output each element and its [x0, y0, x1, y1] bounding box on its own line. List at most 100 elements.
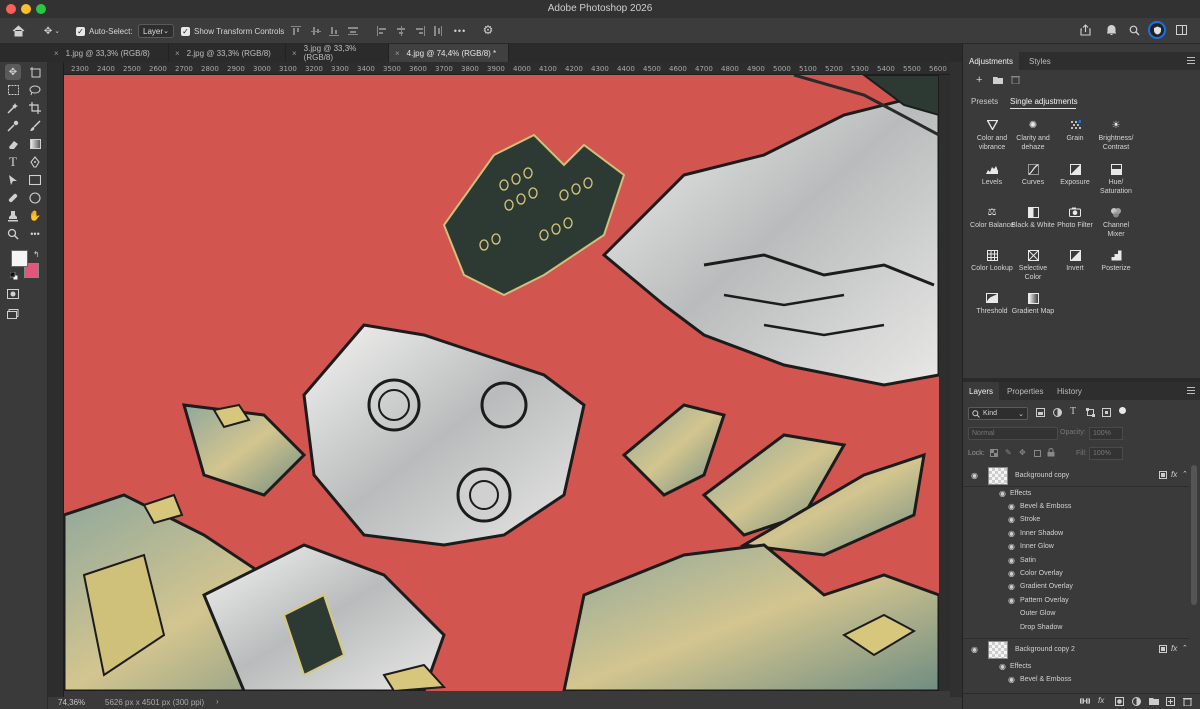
visibility-eye-icon[interactable]: ◉: [1008, 542, 1015, 551]
adjustment-black-white[interactable]: Black & White: [1011, 207, 1055, 247]
visibility-eye-icon[interactable]: ◉: [1008, 569, 1015, 578]
zoom-level[interactable]: 74,36%: [58, 698, 85, 707]
document-tab-4[interactable]: × 4.jpg @ 74,4% (RGB/8) *: [389, 44, 509, 62]
new-adjustment-layer-icon[interactable]: [1132, 697, 1141, 708]
align-vertical-center-icon[interactable]: [310, 24, 322, 38]
align-top-icon[interactable]: [290, 24, 302, 38]
auto-select-target-dropdown[interactable]: Layer ⌄: [138, 24, 174, 38]
crop-tool-icon[interactable]: [27, 100, 43, 116]
lock-pixels-icon[interactable]: ✎: [1005, 448, 1012, 457]
tab-layers[interactable]: Layers: [963, 382, 1000, 400]
effect-row[interactable]: ◉ Bevel & Emboss: [963, 500, 1189, 513]
quick-mask-icon[interactable]: [5, 286, 21, 302]
subtab-presets[interactable]: Presets: [971, 97, 998, 106]
filter-shape-icon[interactable]: [1086, 408, 1095, 419]
close-tab-icon[interactable]: ×: [292, 49, 297, 58]
adjustment-channel-mixer[interactable]: Channel Mixer: [1094, 207, 1138, 247]
add-layer-style-icon[interactable]: fx: [1098, 696, 1104, 705]
notifications-bell-icon[interactable]: [1104, 23, 1118, 37]
lock-position-icon[interactable]: ✥: [1019, 448, 1026, 457]
effect-row[interactable]: ◉ Inner Glow: [963, 540, 1189, 553]
more-options-button[interactable]: •••: [452, 24, 468, 38]
workspace-layout-icon[interactable]: [1174, 23, 1188, 37]
lock-all-icon[interactable]: [1047, 448, 1055, 459]
filter-adjustment-icon[interactable]: [1053, 408, 1062, 419]
tab-adjustments[interactable]: Adjustments: [963, 52, 1020, 70]
filter-smart-object-icon[interactable]: [1102, 408, 1111, 419]
visibility-eye-icon[interactable]: ◉: [971, 645, 978, 654]
layer-row[interactable]: ◉ Background copy fx ⌃: [963, 465, 1189, 487]
status-menu-arrow-icon[interactable]: ›: [216, 697, 219, 706]
effect-row[interactable]: ◉ Stroke: [963, 513, 1189, 526]
screen-mode-icon[interactable]: [5, 306, 21, 322]
document-tab-2[interactable]: × 2.jpg @ 33,3% (RGB/8): [169, 44, 286, 62]
eyedropper-tool-icon[interactable]: [5, 118, 21, 134]
close-tab-icon[interactable]: ×: [395, 49, 400, 58]
adjustment-color-balance[interactable]: ⚖ Color Balance: [970, 207, 1014, 247]
align-bottom-icon[interactable]: [328, 24, 340, 38]
adjustment-brightness-contrast[interactable]: ☀ Brightness/ Contrast: [1094, 120, 1138, 160]
eraser-tool-icon[interactable]: [5, 136, 21, 152]
adjustment-selective-color[interactable]: Selective Color: [1011, 250, 1055, 290]
zoom-tool-icon[interactable]: [5, 226, 21, 242]
effect-row[interactable]: ◉ Satin: [963, 554, 1189, 567]
layers-scrollbar-thumb[interactable]: [1191, 465, 1197, 605]
show-transform-controls-checkbox[interactable]: ✓ Show Transform Controls: [181, 24, 284, 38]
add-mask-icon[interactable]: [1115, 697, 1124, 708]
share-icon[interactable]: [1078, 23, 1092, 37]
effects-group-row[interactable]: ◉ Effects: [963, 487, 1189, 500]
adjustment-color-and-vibrance[interactable]: Color and vibrance: [970, 119, 1014, 160]
layer-effects-fx-icon[interactable]: fx: [1171, 644, 1177, 653]
document-tab-1[interactable]: × 1.jpg @ 33,3% (RGB/8): [48, 44, 169, 62]
tab-styles[interactable]: Styles: [1023, 52, 1057, 70]
more-tools-icon[interactable]: •••: [27, 226, 43, 242]
visibility-eye-icon[interactable]: ◉: [1008, 675, 1015, 684]
gradient-tool-icon[interactable]: [27, 136, 43, 152]
visibility-eye-icon[interactable]: ◉: [1008, 502, 1015, 511]
rectangle-tool-icon[interactable]: [27, 172, 43, 188]
lasso-tool-icon[interactable]: [27, 82, 43, 98]
align-horizontal-center-icon[interactable]: [395, 24, 407, 38]
align-left-icon[interactable]: [376, 24, 388, 38]
effects-group-row[interactable]: ◉ Effects: [963, 660, 1189, 673]
close-tab-icon[interactable]: ×: [54, 49, 59, 58]
adjustment-clarity-and-dehaze[interactable]: ✺ Clarity and dehaze: [1011, 120, 1055, 160]
visibility-eye-icon[interactable]: ◉: [999, 662, 1006, 671]
tab-properties[interactable]: Properties: [1001, 382, 1049, 400]
hand-tool-icon[interactable]: ✋: [27, 208, 43, 224]
filter-toggle-icon[interactable]: [1119, 407, 1126, 414]
fill-input[interactable]: 100%: [1089, 447, 1123, 460]
effect-row[interactable]: Drop Shadow: [963, 621, 1189, 634]
adjustment-exposure[interactable]: Exposure: [1053, 164, 1097, 204]
brush-tool-icon[interactable]: [27, 118, 43, 134]
document-tab-3[interactable]: × 3.jpg @ 33,3% (RGB/8): [286, 44, 389, 62]
type-tool-icon[interactable]: T: [5, 154, 21, 170]
adjustment-grain[interactable]: Grain: [1053, 119, 1097, 160]
adjustment-invert[interactable]: Invert: [1053, 250, 1097, 290]
effect-row[interactable]: ◉ Inner Shadow: [963, 527, 1189, 540]
effect-row[interactable]: ◉ Bevel & Emboss: [963, 673, 1189, 686]
default-colors-icon[interactable]: [9, 271, 19, 281]
blend-mode-dropdown[interactable]: Normal: [968, 427, 1058, 440]
new-layer-icon[interactable]: [1166, 697, 1175, 708]
adjustment-hue-saturation[interactable]: Hue/ Saturation: [1094, 164, 1138, 204]
search-icon[interactable]: [1127, 23, 1141, 37]
move-tool-preset-icon[interactable]: ✥ ⌄: [40, 24, 64, 38]
distribute-horizontal-icon[interactable]: [432, 24, 444, 38]
layer-effects-fx-icon[interactable]: fx: [1171, 470, 1177, 479]
healing-brush-tool-icon[interactable]: [5, 190, 21, 206]
adjustment-levels[interactable]: Levels: [970, 164, 1014, 204]
ellipse-tool-icon[interactable]: [27, 190, 43, 206]
lock-artboard-icon[interactable]: [1033, 449, 1041, 459]
effect-row[interactable]: Outer Glow: [963, 607, 1189, 620]
collapse-effects-chevron-icon[interactable]: ⌃: [1182, 644, 1188, 652]
close-tab-icon[interactable]: ×: [175, 49, 180, 58]
adjustment-curves[interactable]: Curves: [1011, 164, 1055, 204]
lock-transparent-icon[interactable]: [990, 449, 998, 459]
layer-row[interactable]: ◉ Background copy 2 fx ⌃: [963, 638, 1189, 660]
adjustment-gradient-map[interactable]: Gradient Map: [1011, 293, 1055, 333]
effect-row[interactable]: ◉ Color Overlay: [963, 567, 1189, 580]
panel-menu-icon[interactable]: [1187, 387, 1195, 394]
settings-gear-icon[interactable]: ⚙: [481, 23, 495, 37]
distribute-icon[interactable]: [347, 24, 359, 38]
